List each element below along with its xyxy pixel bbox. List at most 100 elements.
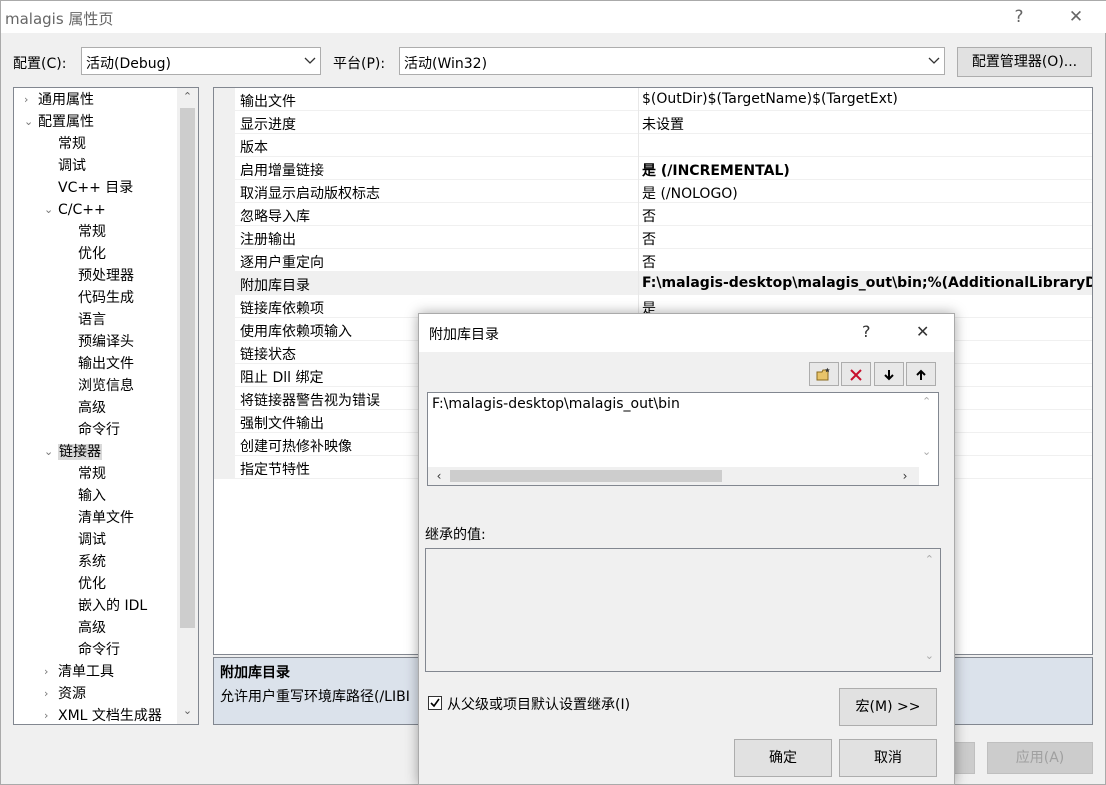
directory-list[interactable]: F:\malagis-desktop\malagis_out\bin ⌃ ⌄ ‹… — [427, 392, 939, 486]
tree-item[interactable]: 语言 — [78, 309, 106, 331]
column-separator — [638, 180, 639, 203]
tree-item-label: 代码生成 — [78, 290, 134, 306]
inherit-checkbox[interactable] — [428, 696, 442, 710]
tree-item[interactable]: 优化 — [78, 243, 106, 265]
tree-item[interactable]: 调试 — [58, 155, 86, 177]
config-label: 配置(C): — [13, 56, 67, 72]
cancel-button[interactable]: 取消 — [839, 739, 937, 777]
tree-item[interactable]: 常规 — [58, 133, 86, 155]
tree-item[interactable]: 高级 — [78, 397, 106, 419]
tree-item[interactable]: › 通用属性 — [24, 89, 94, 111]
inherit-checkbox-label[interactable]: 从父级或项目默认设置继承(I) — [447, 694, 630, 714]
chevron-right-icon[interactable]: › — [44, 661, 56, 683]
tree-item[interactable]: › 清单工具 — [44, 661, 114, 683]
property-row[interactable]: 版本 — [214, 134, 1092, 157]
config-manager-button[interactable]: 配置管理器(O)... — [957, 47, 1092, 77]
dialog-help-button[interactable]: ? — [862, 322, 871, 341]
new-folder-icon — [816, 367, 830, 381]
property-value[interactable]: 否 — [642, 252, 656, 272]
delete-icon — [850, 369, 862, 381]
tree-scroll-thumb[interactable] — [180, 108, 195, 628]
help-button[interactable]: ? — [999, 5, 1039, 29]
property-name: 附加库目录 — [240, 278, 310, 294]
new-line-button[interactable] — [809, 362, 839, 386]
property-row[interactable]: 忽略导入库 否 — [214, 203, 1092, 226]
list-hscroll[interactable]: ‹ › — [428, 467, 919, 485]
tree-item[interactable]: 清单文件 — [78, 507, 134, 529]
tree-item[interactable]: 命令行 — [78, 639, 120, 661]
additional-library-dirs-dialog: 附加库目录 ? ✕ F:\malagis-desktop\malagis_out… — [418, 313, 955, 785]
tree-item[interactable]: ⌄ C/C++ — [44, 199, 106, 221]
ok-button[interactable]: 确定 — [734, 739, 832, 777]
property-value[interactable]: 是 (/NOLOGO) — [642, 183, 738, 203]
property-row[interactable]: 显示进度 未设置 — [214, 111, 1092, 134]
tree-item-label: 命令行 — [78, 642, 120, 658]
directory-entry[interactable]: F:\malagis-desktop\malagis_out\bin — [432, 396, 680, 412]
apply-button[interactable]: 应用(A) — [987, 742, 1093, 774]
tree-item[interactable]: 常规 — [78, 221, 106, 243]
scroll-up-icon[interactable]: ⌃ — [922, 395, 931, 408]
tree-item[interactable]: VC++ 目录 — [58, 177, 133, 199]
tree-item[interactable]: › 资源 — [44, 683, 86, 705]
tree-item-label: 清单文件 — [78, 510, 134, 526]
scroll-down-icon[interactable]: ⌄ — [922, 445, 931, 458]
tree-item[interactable]: 优化 — [78, 573, 106, 595]
property-tree[interactable]: ⌃ ⌄ › 通用属性 ⌄ 配置属性 常规 调试 VC++ 目录 ⌄ C/C++ 常规 优化 预处理器代… — [13, 87, 199, 725]
column-separator — [638, 134, 639, 157]
tree-item-label: 常规 — [58, 136, 86, 152]
chevron-right-icon[interactable]: › — [44, 683, 56, 705]
scroll-up-icon: ⌃ — [924, 553, 934, 566]
inherited-values-label: 继承的值: — [425, 527, 486, 543]
tree-item[interactable]: 输入 — [78, 485, 106, 507]
move-down-button[interactable] — [874, 362, 904, 386]
property-value[interactable]: 是 (/INCREMENTAL) — [642, 160, 790, 180]
close-button[interactable]: ✕ — [1056, 5, 1096, 29]
tree-item[interactable]: 调试 — [78, 529, 106, 551]
property-row[interactable]: 取消显示启动版权标志 是 (/NOLOGO) — [214, 180, 1092, 203]
tree-item[interactable]: › XML 文档生成器 — [44, 705, 162, 724]
chevron-down-icon[interactable]: ⌄ — [44, 199, 56, 221]
chevron-right-icon[interactable]: › — [44, 705, 56, 724]
hscroll-thumb[interactable] — [450, 470, 722, 482]
chevron-down-icon[interactable]: ⌄ — [44, 441, 56, 463]
property-row[interactable]: 注册输出 否 — [214, 226, 1092, 249]
tree-item[interactable]: 输出文件 — [78, 353, 134, 375]
dialog-close-button[interactable]: ✕ — [916, 322, 929, 341]
move-up-button[interactable] — [906, 362, 936, 386]
tree-item[interactable]: 常规 — [78, 463, 106, 485]
chevron-right-icon[interactable]: › — [24, 89, 36, 111]
tree-item[interactable]: ⌄ 链接器 — [44, 441, 102, 463]
property-row[interactable]: 逐用户重定向 否 — [214, 249, 1092, 272]
scroll-left-icon[interactable]: ‹ — [430, 467, 448, 485]
macro-button[interactable]: 宏(M) >> — [839, 688, 937, 726]
tree-item[interactable]: 系统 — [78, 551, 106, 573]
property-value[interactable]: $(OutDir)$(TargetName)$(TargetExt) — [642, 91, 898, 107]
property-value[interactable]: 否 — [642, 206, 656, 226]
property-row[interactable]: 附加库目录 F:\malagis-desktop\malagis_out\bin;… — [214, 272, 1092, 295]
property-value[interactable]: F:\malagis-desktop\malagis_out\bin;%(Add… — [642, 275, 1092, 291]
tree-item[interactable]: 命令行 — [78, 419, 120, 441]
title-bar: malagis 属性页 ? ✕ — [1, 1, 1106, 33]
property-row[interactable]: 启用增量链接 是 (/INCREMENTAL) — [214, 157, 1092, 180]
list-vscroll[interactable]: ⌃ ⌄ — [918, 393, 938, 467]
row-gutter — [214, 364, 235, 387]
scroll-down-icon[interactable]: ⌄ — [177, 704, 198, 722]
property-value[interactable]: 否 — [642, 229, 656, 249]
tree-item[interactable]: 预处理器 — [78, 265, 134, 287]
scroll-up-icon[interactable]: ⌃ — [177, 90, 198, 108]
config-dropdown[interactable]: 活动(Debug) — [81, 47, 321, 75]
tree-item[interactable]: 浏览信息 — [78, 375, 134, 397]
tree-item[interactable]: ⌄ 配置属性 — [24, 111, 94, 133]
delete-line-button[interactable] — [841, 362, 871, 386]
scroll-right-icon[interactable]: › — [896, 467, 914, 485]
property-row[interactable]: 输出文件 $(OutDir)$(TargetName)$(TargetExt) — [214, 88, 1092, 111]
property-value[interactable]: 未设置 — [642, 114, 684, 134]
tree-item[interactable]: 预编译头 — [78, 331, 134, 353]
tree-item[interactable]: 高级 — [78, 617, 106, 639]
tree-item[interactable]: 嵌入的 IDL — [78, 595, 147, 617]
tree-scrollbar[interactable]: ⌃ ⌄ — [177, 88, 198, 724]
tree-item-label: 系统 — [78, 554, 106, 570]
platform-dropdown[interactable]: 活动(Win32) — [399, 47, 945, 75]
tree-item[interactable]: 代码生成 — [78, 287, 134, 309]
chevron-down-icon[interactable]: ⌄ — [24, 111, 36, 133]
